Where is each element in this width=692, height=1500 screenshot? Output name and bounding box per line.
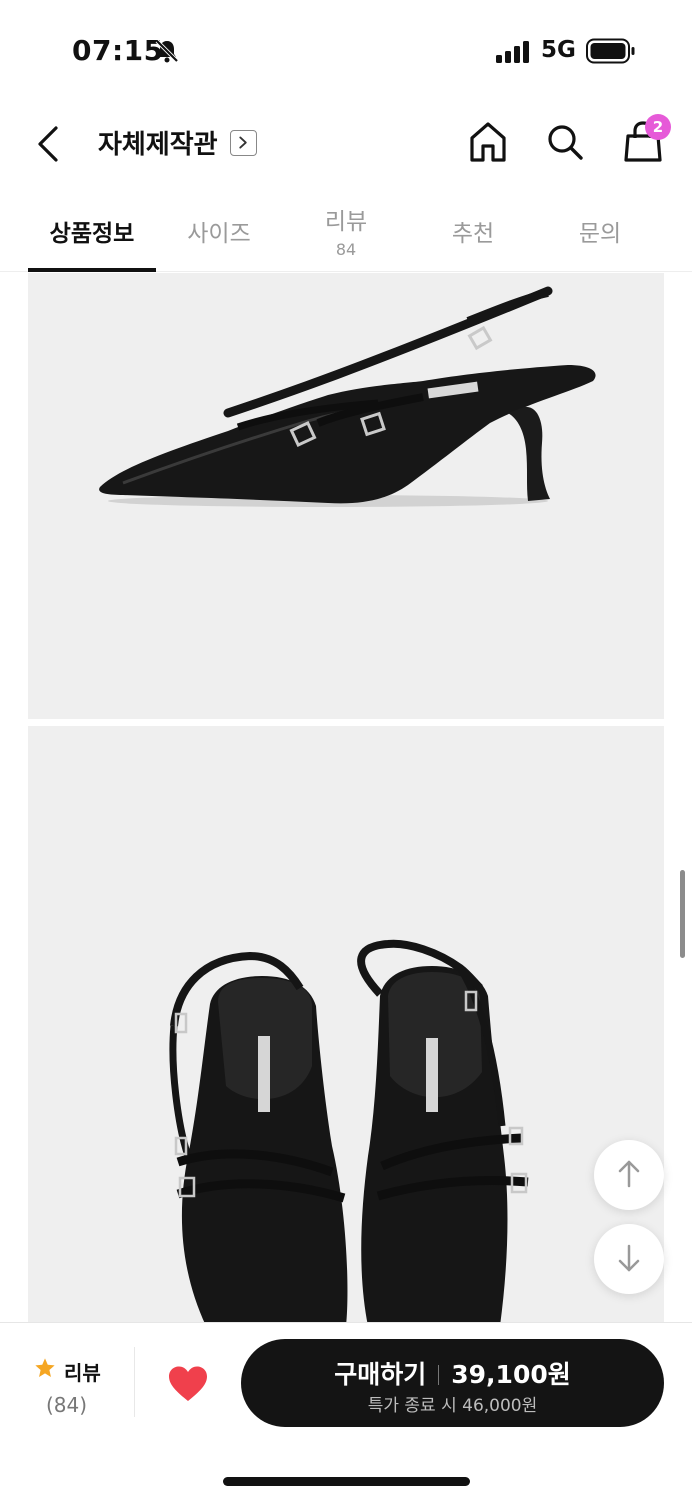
- review-summary[interactable]: 리뷰 (84): [22, 1353, 114, 1423]
- divider: [134, 1347, 135, 1417]
- tab-product-info[interactable]: 상품정보: [28, 188, 156, 272]
- buy-separator: [438, 1365, 440, 1385]
- home-indicator: [223, 1477, 470, 1486]
- store-title[interactable]: 자체제작관: [98, 124, 218, 161]
- tab-label: 리뷰: [324, 209, 368, 235]
- back-icon[interactable]: [30, 122, 66, 166]
- top-nav-header: 자체제작관 2: [0, 100, 692, 188]
- network-label: 5G: [541, 37, 576, 63]
- product-image-top: [28, 726, 664, 1326]
- tab-size[interactable]: 사이즈: [155, 188, 283, 272]
- buy-price: 39,100원: [451, 1360, 571, 1389]
- slingback-heel-side-view-image: [99, 286, 596, 507]
- tab-label: 추천: [451, 221, 495, 247]
- status-time: 07:15: [72, 34, 164, 67]
- slingback-heel-top-view-image: [169, 939, 529, 1326]
- bell-muted-icon: [155, 39, 179, 63]
- product-detail-page: 07:15 5G 자체제작관 2 상품정보 사이즈 리뷰 84 추천 문의 리뷰…: [0, 0, 692, 1500]
- scroll-to-top-button[interactable]: [594, 1140, 664, 1210]
- product-image-side: [28, 273, 664, 719]
- bottom-action-bar: 리뷰 (84) 구매하기 39,100원 특가 종료 시 46,000원: [0, 1322, 692, 1500]
- arrow-down-icon: [618, 1244, 640, 1272]
- search-icon[interactable]: [545, 122, 585, 162]
- chevron-right-icon[interactable]: [230, 130, 257, 156]
- tab-review-count: 84: [335, 240, 357, 259]
- tab-label: 상품정보: [49, 221, 135, 247]
- cart-count-badge: 2: [645, 114, 671, 140]
- product-tabs: 상품정보 사이즈 리뷰 84 추천 문의: [0, 188, 692, 272]
- home-icon[interactable]: [468, 120, 508, 164]
- status-bar: 07:15 5G: [0, 0, 692, 100]
- star-icon: [35, 1358, 55, 1377]
- review-label: 리뷰: [64, 1361, 101, 1385]
- tab-label: 문의: [578, 221, 622, 247]
- tab-inquiry[interactable]: 문의: [536, 188, 664, 272]
- active-tab-indicator: [28, 268, 156, 272]
- tab-review[interactable]: 리뷰 84: [282, 188, 410, 272]
- heart-icon[interactable]: [167, 1365, 209, 1403]
- tab-recommend[interactable]: 추천: [409, 188, 537, 272]
- sale-end-note: 특가 종료 시 46,000원: [367, 1396, 538, 1416]
- arrow-up-icon: [618, 1160, 640, 1188]
- battery-icon: [586, 38, 635, 64]
- scroll-to-bottom-button[interactable]: [594, 1224, 664, 1294]
- buy-label: 구매하기: [334, 1360, 427, 1389]
- buy-button[interactable]: 구매하기 39,100원 특가 종료 시 46,000원: [241, 1339, 664, 1427]
- review-count: (84): [46, 1393, 88, 1417]
- scrollbar-thumb[interactable]: [680, 870, 685, 958]
- signal-icon: [496, 41, 529, 63]
- tab-label: 사이즈: [187, 221, 251, 247]
- buy-button-main: 구매하기 39,100원: [241, 1355, 664, 1391]
